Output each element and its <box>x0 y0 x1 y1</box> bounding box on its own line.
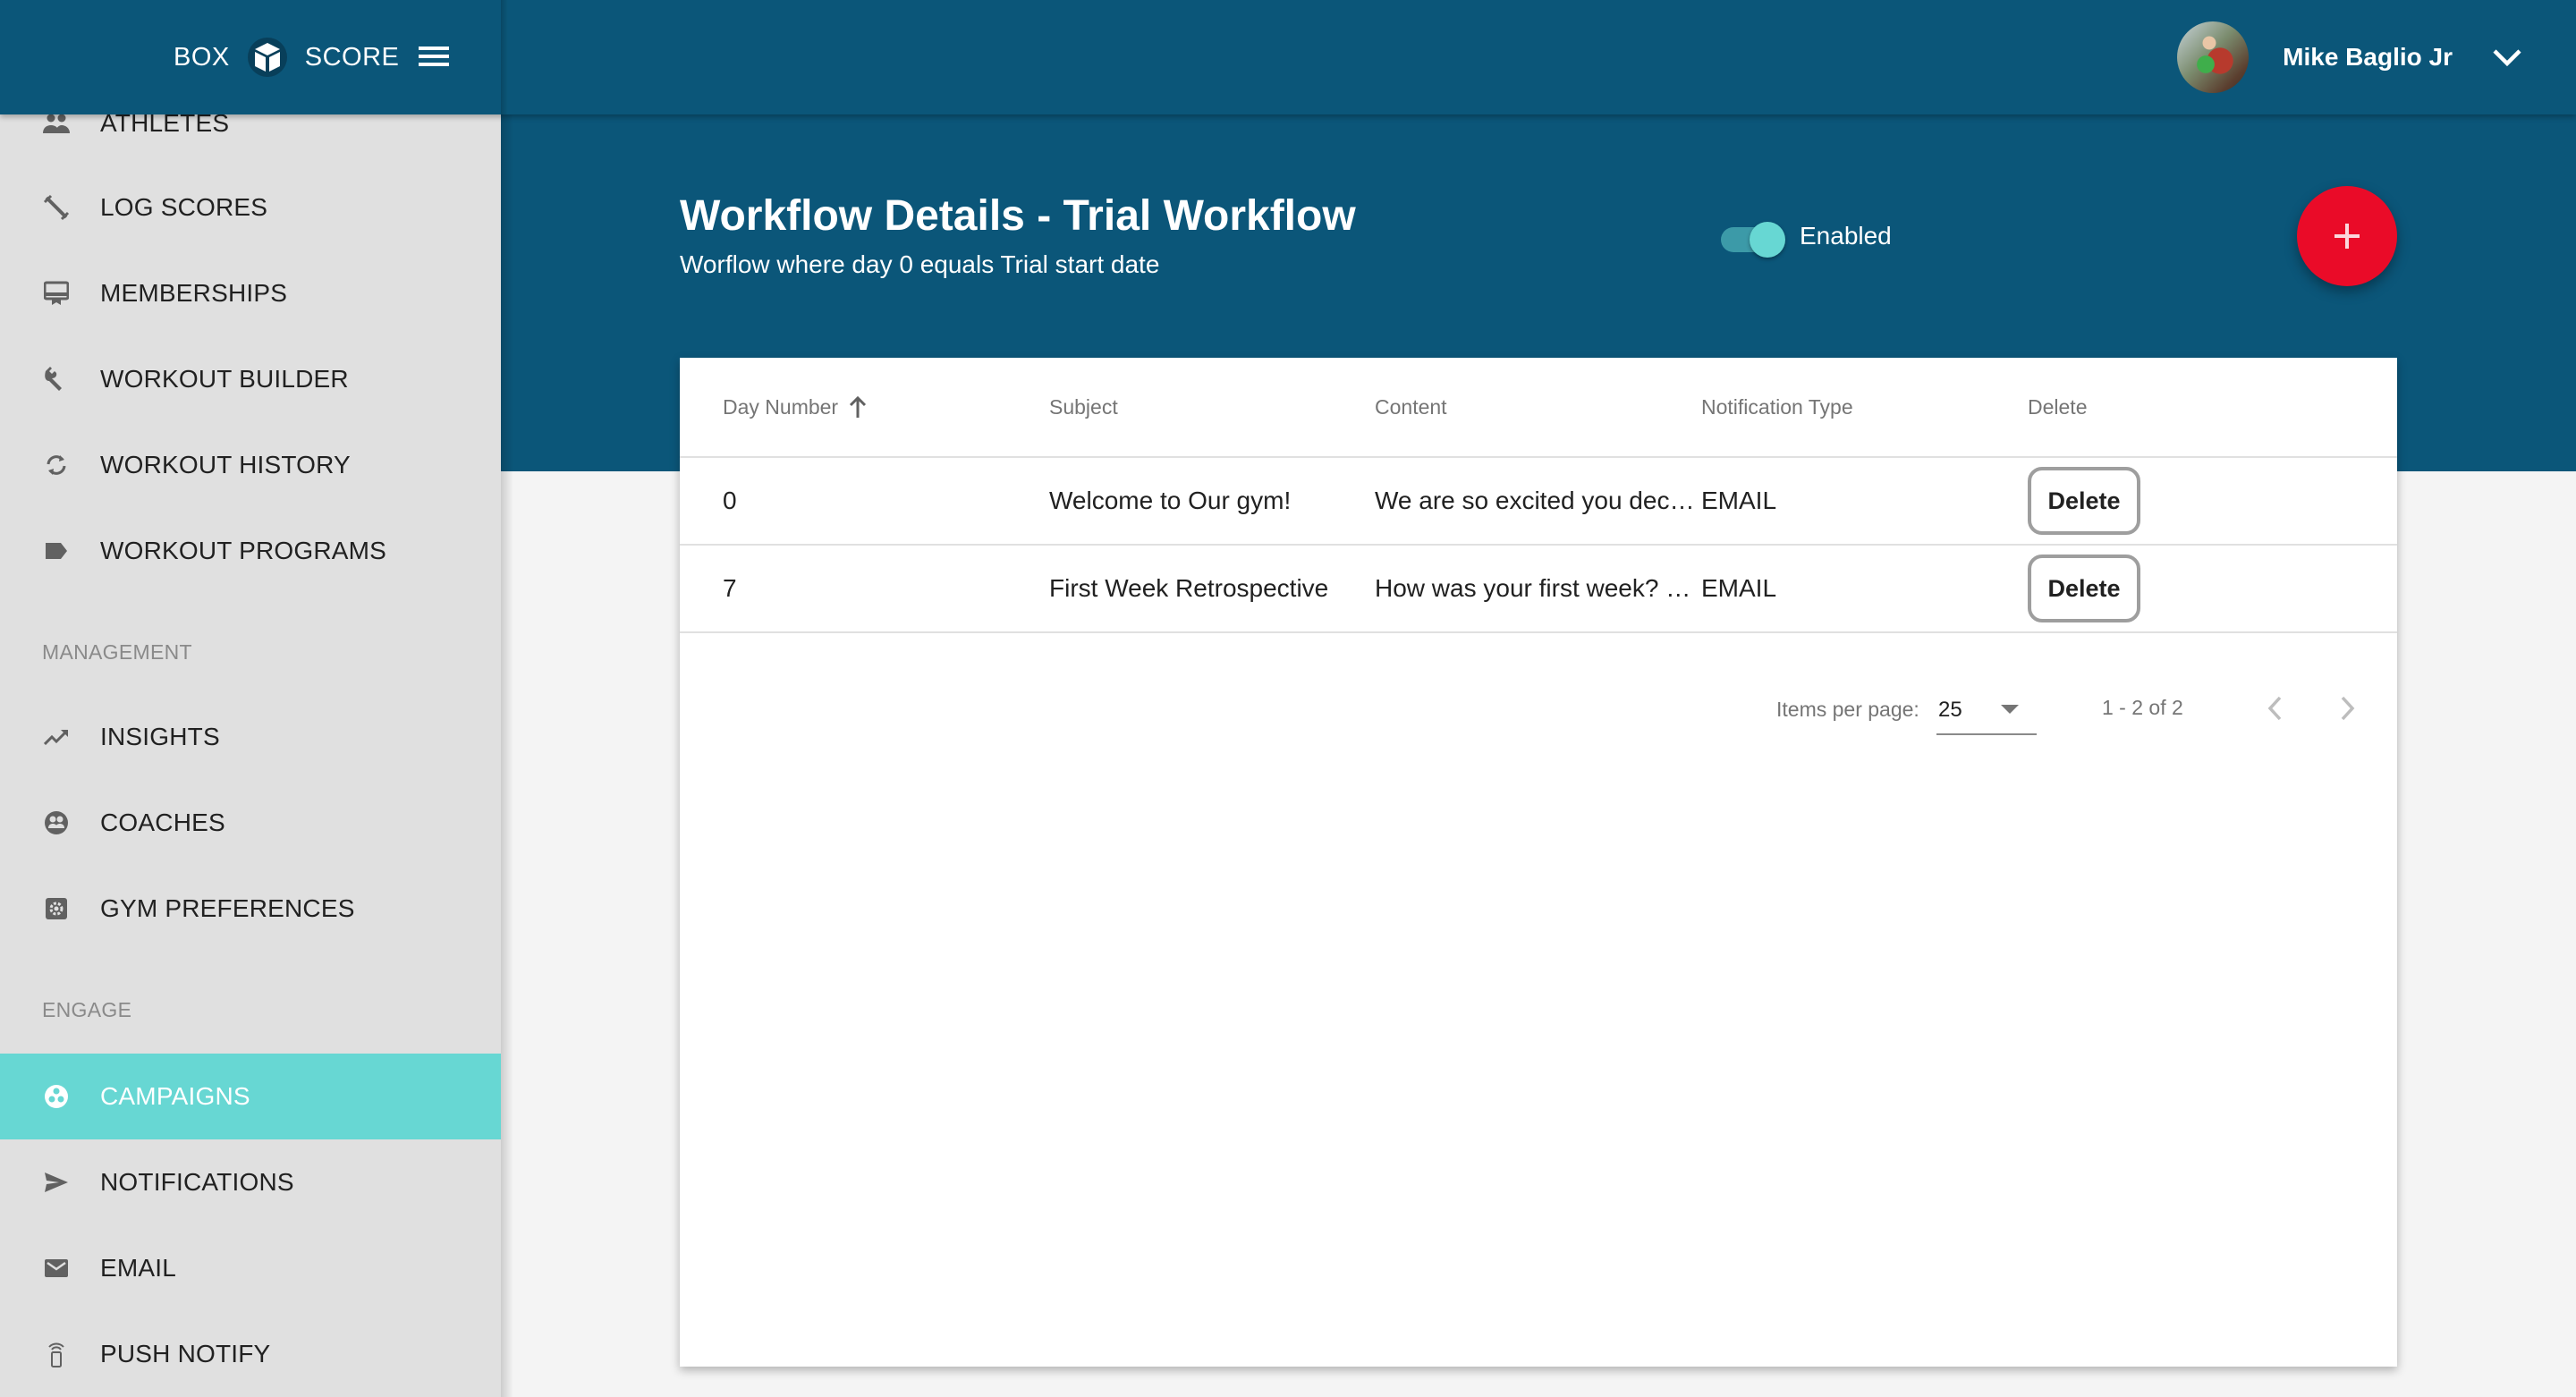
cell-notification-type: EMAIL <box>1701 574 1777 602</box>
column-header-label: Content <box>1375 394 1447 419</box>
chevron-right-icon <box>2341 696 2355 721</box>
sidebar-item-email[interactable]: EMAIL <box>0 1225 501 1311</box>
items-per-page-value: 25 <box>1938 698 1962 722</box>
sort-ascending-arrow-icon <box>850 395 867 418</box>
sidebar-item-memberships[interactable]: MEMBERSHIPS <box>0 250 501 336</box>
sync-icon <box>41 450 72 480</box>
table-row[interactable]: 7 First Week Retrospective How was your … <box>680 546 2397 633</box>
toggle-thumb <box>1750 222 1785 258</box>
settings-box-icon <box>41 893 72 924</box>
sidebar-item-log-scores[interactable]: LOG SCORES <box>0 165 501 250</box>
page-title: Workflow Details - Trial Workflow <box>680 192 1356 240</box>
user-avatar[interactable] <box>2177 21 2250 93</box>
cell-delete: Delete <box>2028 546 2140 631</box>
cell-content: How was your first week? L... <box>1375 546 1697 631</box>
group-circle-icon <box>41 808 72 838</box>
sidebar-item-label: GYM PREFERENCES <box>100 894 355 922</box>
sidebar-item-label: EMAIL <box>100 1254 177 1282</box>
header-divider <box>501 0 508 114</box>
sidebar-item-label: MEMBERSHIPS <box>100 279 288 307</box>
sidebar-item-workout-builder[interactable]: WORKOUT BUILDER <box>0 336 501 422</box>
cell-content-text: We are so excited you decid... <box>1375 487 1697 514</box>
sidebar-item-gym-preferences[interactable]: GYM PREFERENCES <box>0 866 501 952</box>
trending-up-icon <box>41 722 72 752</box>
user-name: Mike Baglio Jr <box>2283 43 2453 71</box>
dropdown-caret-icon <box>2001 705 2019 714</box>
sidebar-item-label: WORKOUT PROGRAMS <box>100 537 387 564</box>
label-icon <box>41 536 72 566</box>
cube-icon <box>247 38 287 77</box>
sidebar-item-coaches[interactable]: COACHES <box>0 780 501 866</box>
phone-signal-icon <box>41 1339 72 1369</box>
delete-button[interactable]: Delete <box>2028 555 2140 622</box>
wrench-icon <box>41 364 72 394</box>
column-header-content: Content <box>1375 358 1697 456</box>
hamburger-menu-icon[interactable] <box>419 43 453 70</box>
cell-day-number: 7 <box>723 574 737 602</box>
sidebar-item-workout-programs[interactable]: WORKOUT PROGRAMS <box>0 508 501 594</box>
sidebar-item-label: WORKOUT BUILDER <box>100 365 349 393</box>
workflow-table-card: Day Number Subject Content Notification … <box>680 358 2397 1367</box>
next-page-button[interactable] <box>2326 683 2368 733</box>
sidebar-item-label: WORKOUT HISTORY <box>100 451 351 478</box>
delete-button[interactable]: Delete <box>2028 467 2140 535</box>
column-header-day-number[interactable]: Day Number <box>723 358 867 456</box>
enabled-toggle-label: Enabled <box>1800 222 1892 250</box>
column-header-label: Day Number <box>723 394 839 419</box>
sidebar-item-label: INSIGHTS <box>100 723 220 750</box>
add-step-button[interactable] <box>2297 186 2397 286</box>
column-header-subject: Subject <box>1049 394 1118 419</box>
cell-notification-type: EMAIL <box>1701 487 1777 514</box>
user-menu[interactable]: Mike Baglio Jr <box>2177 20 2522 95</box>
sidebar-section-management: MANAGEMENT <box>42 640 192 664</box>
page-range-label: 1 - 2 of 2 <box>2102 696 2183 719</box>
cell-subject: Welcome to Our gym! <box>1049 487 1292 514</box>
cell-delete: Delete <box>2028 458 2140 544</box>
items-per-page-select[interactable]: 25 <box>1936 683 2037 735</box>
sidebar-item-notifications[interactable]: NOTIFICATIONS <box>0 1139 501 1225</box>
sidebar-item-insights[interactable]: INSIGHTS <box>0 694 501 780</box>
logo-text-left: BOX <box>174 42 230 72</box>
barbell-icon <box>41 192 72 223</box>
paginator: Items per page: 25 1 - 2 of 2 <box>680 633 2397 783</box>
enabled-toggle[interactable] <box>1719 218 1785 258</box>
app-logo[interactable]: BOX SCORE <box>174 32 399 82</box>
items-per-page-label: Items per page: <box>1776 698 1919 721</box>
sidebar-item-label: PUSH NOTIFY <box>100 1340 271 1367</box>
top-app-bar: BOX SCORE Mike Baglio Jr <box>0 0 2576 114</box>
page-subtitle: Worflow where day 0 equals Trial start d… <box>680 250 1160 278</box>
mail-icon <box>41 1253 72 1283</box>
column-header-delete: Delete <box>2028 394 2088 419</box>
sidebar-item-workout-history[interactable]: WORKOUT HISTORY <box>0 422 501 508</box>
plus-icon <box>2334 224 2360 249</box>
send-icon <box>41 1167 72 1198</box>
sidebar: ATHLETES LOG SCORES MEMBERSHIPS WORKOUT … <box>0 0 501 1397</box>
card-membership-icon <box>41 278 72 309</box>
sidebar-item-label: NOTIFICATIONS <box>100 1168 294 1196</box>
chevron-left-icon <box>2267 696 2282 721</box>
sidebar-item-campaigns[interactable]: CAMPAIGNS <box>0 1054 501 1139</box>
cell-day-number: 0 <box>723 487 737 514</box>
bubbles-icon <box>41 1081 72 1112</box>
sidebar-item-label: CAMPAIGNS <box>100 1082 250 1110</box>
sidebar-item-label: COACHES <box>100 809 225 836</box>
chevron-down-icon[interactable] <box>2492 47 2522 67</box>
sidebar-item-push-notify[interactable]: PUSH NOTIFY <box>0 1311 501 1397</box>
cell-content: We are so excited you decid... <box>1375 458 1697 544</box>
table-row[interactable]: 0 Welcome to Our gym! We are so excited … <box>680 458 2397 546</box>
sidebar-section-engage: ENGAGE <box>42 998 132 1021</box>
cell-subject: First Week Retrospective <box>1049 574 1329 602</box>
logo-text-right: SCORE <box>304 42 400 72</box>
column-header-notification-type: Notification Type <box>1701 394 1853 419</box>
sidebar-item-label: LOG SCORES <box>100 193 268 221</box>
table-header-row: Day Number Subject Content Notification … <box>680 358 2397 458</box>
previous-page-button[interactable] <box>2254 683 2297 733</box>
cell-content-text: How was your first week? L... <box>1375 574 1697 602</box>
